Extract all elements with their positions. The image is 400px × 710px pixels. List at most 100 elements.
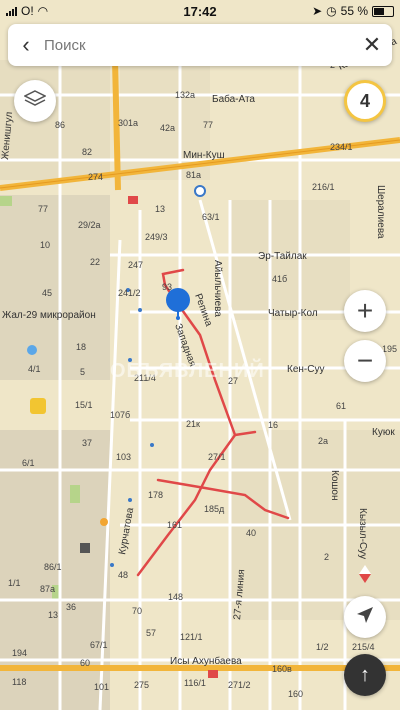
house-number: 121/1: [180, 632, 203, 642]
house-number: 13: [48, 610, 58, 620]
street-label: Куюк: [372, 427, 395, 438]
house-number: 132а: [175, 90, 195, 100]
house-number: 275: [134, 680, 149, 690]
locate-arrow-icon: [356, 606, 374, 629]
house-number: 15/1: [75, 400, 93, 410]
shop-icon[interactable]: [128, 196, 138, 204]
share-icon: ↑: [360, 663, 370, 686]
house-number: 21к: [186, 419, 200, 429]
search-input[interactable]: Поиск: [44, 37, 352, 54]
house-number: 45: [42, 288, 52, 298]
metro-stop-icon[interactable]: [194, 185, 206, 197]
locate-button[interactable]: [344, 596, 386, 638]
house-number: 241/2: [118, 288, 141, 298]
layers-button[interactable]: [14, 80, 56, 122]
search-back-icon[interactable]: ‹: [8, 32, 44, 58]
plus-icon: +: [356, 295, 374, 326]
house-number: 107б: [110, 410, 130, 420]
street-label: Мин-Куш: [183, 150, 225, 161]
house-number: 301а: [118, 118, 138, 128]
house-number: 101: [94, 682, 109, 692]
house-number: 36: [66, 602, 76, 612]
street-label: Кошон: [329, 470, 340, 501]
zoom-in-button[interactable]: +: [344, 290, 386, 332]
close-icon[interactable]: ✕: [352, 32, 392, 58]
house-number: 57: [146, 628, 156, 638]
store-icon[interactable]: [30, 398, 46, 414]
house-number: 86: [55, 120, 65, 130]
house-number: 160: [288, 689, 303, 699]
house-number: 194: [12, 648, 27, 658]
status-bar: O! ◠ 17:42 ➤ ◷ 55 %: [0, 0, 400, 22]
street-label: Кен-Суу: [287, 364, 324, 375]
medical-icon[interactable]: [27, 345, 37, 355]
house-number: 82: [82, 147, 92, 157]
house-number: 87а: [40, 584, 55, 594]
house-number: 42а: [160, 123, 175, 133]
map-canvas[interactable]: Баба-Ата Мин-Куш Эр-Тайлак Чатыр-Кол Кен…: [0, 0, 400, 710]
house-number: 215/4: [352, 642, 375, 652]
house-number: 234/1: [330, 142, 353, 152]
house-number: 249/3: [145, 232, 168, 242]
house-number: 27/1: [208, 452, 226, 462]
house-number: 5: [80, 367, 85, 377]
house-number: 148: [168, 592, 183, 602]
share-button[interactable]: ↑: [344, 654, 386, 696]
house-number: 161: [167, 520, 182, 530]
battery-icon: [372, 5, 394, 17]
house-number: 41б: [272, 274, 287, 284]
house-number: 67/1: [90, 640, 108, 650]
clock: 17:42: [183, 3, 217, 19]
house-number: 93: [162, 282, 172, 292]
house-number: 13: [155, 204, 165, 214]
house-number: 271/2: [228, 680, 251, 690]
house-number: 86/1: [44, 562, 62, 572]
house-number: 81а: [186, 170, 201, 180]
house-number: 29/2а: [78, 220, 101, 230]
house-number: 16: [268, 420, 278, 430]
minus-icon: −: [356, 345, 374, 376]
house-number: 216/1: [312, 182, 335, 192]
shop-icon[interactable]: [208, 670, 218, 678]
house-number: 118: [12, 677, 26, 687]
cafe-icon[interactable]: [100, 518, 108, 526]
house-number: 247: [128, 260, 143, 270]
house-number: 160в: [272, 664, 292, 674]
house-number: 48: [118, 570, 128, 580]
watermark: ОБЪЯВЛЕНИЙ: [110, 360, 265, 382]
house-number: 37: [82, 438, 92, 448]
house-number: 6/1: [22, 458, 35, 468]
street-label: Исы Ахунбаева: [170, 655, 242, 667]
street-label: Эр-Тайлак: [258, 251, 307, 262]
street-label: Чатыр-Кол: [268, 308, 318, 319]
house-number: 60: [80, 658, 90, 668]
house-number: 77: [38, 204, 48, 214]
traffic-level-button[interactable]: 4: [344, 80, 386, 122]
house-number: 77: [203, 120, 213, 130]
house-number: 1/1: [8, 578, 21, 588]
house-number: 22: [90, 257, 100, 267]
house-number: 2а: [318, 436, 328, 446]
house-number: 63/1: [202, 212, 220, 222]
search-bar[interactable]: ‹ Поиск ✕: [8, 24, 392, 66]
house-number: 40: [246, 528, 256, 538]
layers-icon: [23, 89, 47, 113]
house-number: 274: [88, 172, 103, 182]
street-label: Айыльчиева: [212, 260, 223, 317]
street-label: Шералиева: [375, 185, 386, 239]
house-number: 70: [132, 606, 142, 616]
house-number: 185д: [204, 504, 225, 514]
street-label: Кызыл-Суу: [357, 508, 368, 559]
compass-icon[interactable]: [359, 565, 371, 583]
house-number: 4/1: [28, 364, 41, 374]
zoom-out-button[interactable]: −: [344, 340, 386, 382]
house-number: 116/1: [184, 678, 206, 688]
house-number: 1/2: [316, 642, 329, 652]
house-number: 18: [76, 342, 86, 352]
house-number: 103: [116, 452, 131, 462]
house-number: 2: [324, 552, 329, 562]
street-label: Жал-29 микрорайон: [2, 310, 96, 321]
house-number: 178: [148, 490, 163, 500]
bank-icon[interactable]: [80, 543, 90, 553]
house-number: 10: [40, 240, 50, 250]
